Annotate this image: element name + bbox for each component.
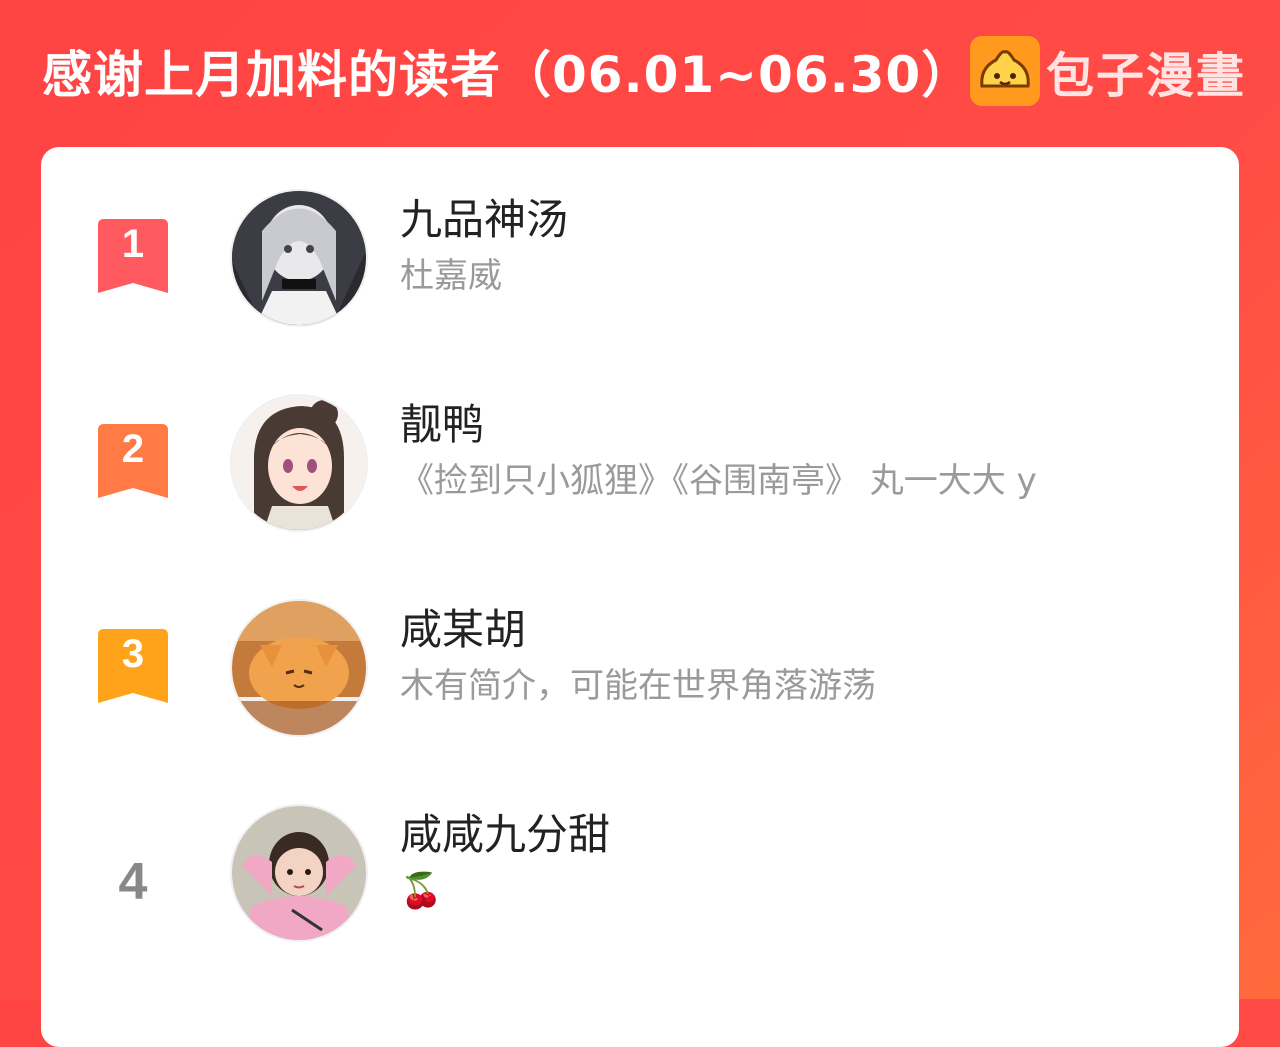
avatar[interactable]: [230, 804, 368, 942]
reader-name: 九品神汤: [400, 195, 569, 244]
reader-description: 杜嘉威: [400, 256, 502, 296]
reader-name: 咸某胡: [400, 605, 527, 654]
reader-row-4[interactable]: 4 咸咸九分甜 🍒: [41, 762, 1239, 942]
avatar[interactable]: [230, 189, 368, 327]
bun-logo-icon: [969, 36, 1040, 106]
reader-description: 《捡到只小狐狸》《谷围南亭》 丸一大大 y: [400, 461, 1037, 501]
reader-row-1[interactable]: 1 九品神汤 杜嘉威: [41, 147, 1239, 327]
rank-ribbon-icon: 1: [98, 219, 168, 293]
reader-row-2[interactable]: 2 靓鸭 《捡到只小狐狸》《谷围南亭》 丸一大大 y: [41, 352, 1239, 532]
reader-name: 咸咸九分甜: [400, 810, 611, 859]
brand[interactable]: 包子漫畫: [969, 36, 1246, 106]
rank-number: 1: [121, 222, 145, 266]
page-title: 感谢上月加料的读者（06.01~06.30）: [42, 46, 973, 104]
rank-ribbon-icon: 2: [98, 424, 168, 498]
reader-name: 靓鸭: [400, 400, 485, 449]
rank-number: 2: [121, 427, 145, 471]
rank-ribbon-icon: 3: [98, 629, 168, 703]
reader-row-3[interactable]: 3 咸某胡 木有简介，可能在世界角落游荡: [41, 557, 1239, 737]
avatar[interactable]: [230, 599, 368, 737]
rank-number: 4: [118, 853, 148, 911]
reader-description: 木有简介，可能在世界角落游荡: [400, 666, 876, 706]
reader-description: 🍒: [400, 871, 443, 911]
reader-list-card: 1 九品神汤 杜嘉威 2 靓鸭 《捡到只小狐狸》《谷围南亭》 丸一大大 y 3 …: [41, 147, 1239, 1047]
avatar[interactable]: [230, 394, 368, 532]
brand-name: 包子漫畫: [1045, 48, 1246, 104]
rank-number: 3: [121, 632, 145, 676]
